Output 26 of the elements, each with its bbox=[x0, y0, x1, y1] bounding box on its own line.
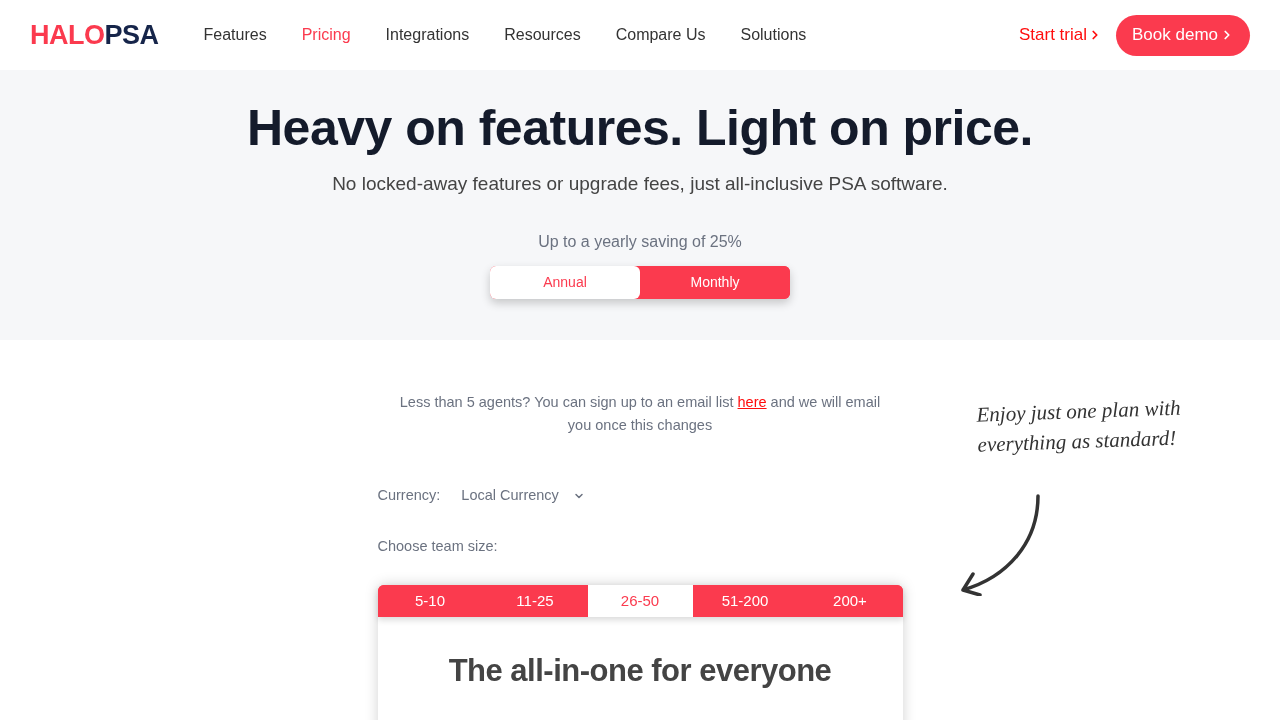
email-list-link[interactable]: here bbox=[737, 394, 767, 410]
team-size-tab[interactable]: 11-25 bbox=[482, 585, 588, 617]
notice-text: Less than 5 agents? You can sign up to an email list here and we will email you once this changes bbox=[398, 393, 882, 435]
team-size-tab[interactable]: 26-50 bbox=[587, 585, 693, 617]
nav-link[interactable]: Solutions bbox=[740, 23, 807, 47]
nav-link[interactable]: Integrations bbox=[385, 23, 470, 47]
hero-title: Heavy on features. Light on price. bbox=[247, 99, 1033, 158]
team-size-label: Choose team size: bbox=[377, 537, 499, 556]
nav-link[interactable]: Pricing bbox=[301, 23, 351, 47]
nav-link[interactable]: Compare Us bbox=[615, 23, 706, 47]
plan-title: The all-in-one for everyone bbox=[447, 652, 833, 690]
callout-text: Enjoy just one plan with everything as standard! bbox=[975, 394, 1182, 459]
team-size-tab[interactable]: 51-200 bbox=[692, 585, 798, 617]
currency-select[interactable]: Local Currency bbox=[461, 485, 585, 507]
team-size-tab[interactable]: 5-10 bbox=[377, 585, 483, 617]
billing-toggle-option[interactable]: Annual bbox=[490, 266, 640, 299]
hero-subtitle: No locked-away features or upgrade fees, just all-inclusive PSA software. bbox=[332, 172, 948, 196]
nav-link[interactable]: Features bbox=[203, 23, 267, 47]
logo[interactable]: HALOPSA bbox=[30, 21, 159, 49]
start-trial-link[interactable]: Start trial bbox=[1018, 22, 1102, 48]
billing-toggle-option[interactable]: Monthly bbox=[640, 266, 790, 299]
book-demo-button[interactable]: Book demo bbox=[1116, 14, 1250, 56]
currency-label: Currency: bbox=[377, 486, 441, 506]
nav-link[interactable]: Resources bbox=[504, 23, 581, 47]
saving-note: Up to a yearly saving of 25% bbox=[538, 232, 742, 252]
team-size-tab[interactable]: 200+ bbox=[797, 585, 903, 617]
